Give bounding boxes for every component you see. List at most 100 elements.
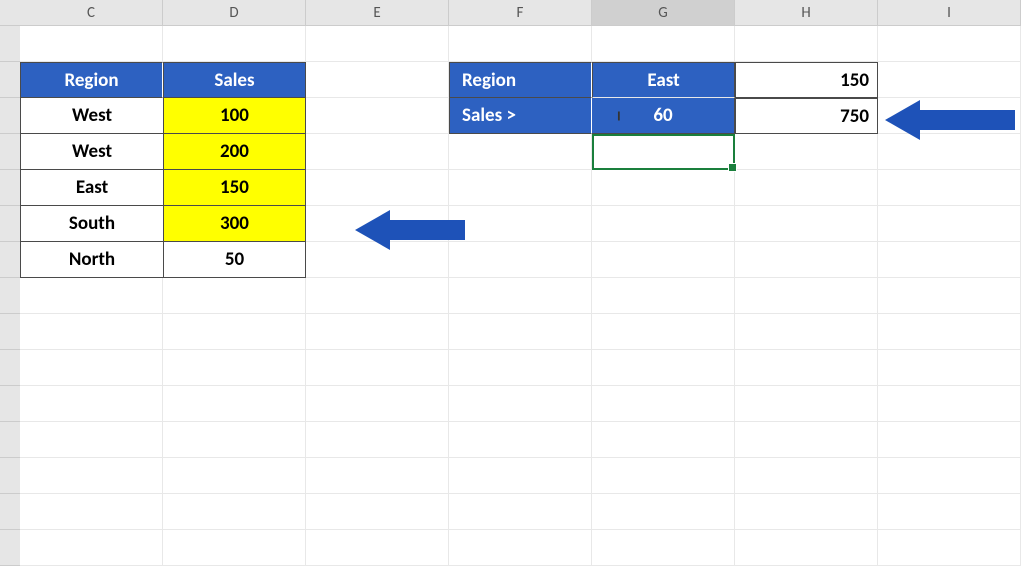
cell[interactable] [878,422,1021,458]
cell[interactable] [163,350,306,386]
cell[interactable] [20,422,163,458]
cell[interactable] [449,530,592,566]
cell[interactable] [735,350,878,386]
cell[interactable] [878,62,1021,98]
cell[interactable] [735,422,878,458]
cell[interactable] [735,134,878,170]
cell[interactable] [20,494,163,530]
cell[interactable] [163,314,306,350]
cell[interactable] [735,458,878,494]
table1-sales-1[interactable]: 100 [163,98,306,134]
cell[interactable] [592,26,735,62]
cell[interactable] [449,170,592,206]
cell[interactable] [735,494,878,530]
col-header-G[interactable]: G [592,0,735,26]
cell[interactable] [878,278,1021,314]
cell[interactable] [449,278,592,314]
table1-sales-4[interactable]: 300 [163,206,306,242]
cell[interactable] [306,494,449,530]
cell[interactable] [735,278,878,314]
cell[interactable] [306,98,449,134]
cell[interactable] [735,386,878,422]
table1-region-3[interactable]: East [20,170,163,206]
cell[interactable] [735,170,878,206]
col-header-D[interactable]: D [163,0,306,26]
cell[interactable] [306,458,449,494]
cell[interactable] [306,26,449,62]
cell[interactable] [20,278,163,314]
cell[interactable] [20,530,163,566]
cell[interactable] [20,458,163,494]
cell[interactable] [878,170,1021,206]
criteria-value-sales[interactable]: I60 [592,98,735,134]
cell[interactable] [306,278,449,314]
cell[interactable] [592,530,735,566]
cell[interactable] [735,206,878,242]
cell[interactable] [735,26,878,62]
cell[interactable] [735,530,878,566]
cell[interactable] [592,170,735,206]
cell[interactable] [449,26,592,62]
cell[interactable] [449,458,592,494]
cell[interactable] [592,458,735,494]
col-header-C[interactable]: C [20,0,163,26]
cell[interactable] [878,530,1021,566]
cell[interactable] [163,530,306,566]
table1-region-2[interactable]: West [20,134,163,170]
cell[interactable] [878,386,1021,422]
col-header-I[interactable]: I [878,0,1021,26]
cell[interactable] [878,242,1021,278]
table1-header-region[interactable]: Region [20,62,163,98]
col-header-H[interactable]: H [735,0,878,26]
table1-region-1[interactable]: West [20,98,163,134]
cell[interactable] [163,278,306,314]
cell[interactable] [306,386,449,422]
cell[interactable] [592,314,735,350]
cell[interactable] [306,530,449,566]
cell[interactable] [878,350,1021,386]
cell[interactable] [449,134,592,170]
cell[interactable] [306,422,449,458]
cell[interactable] [878,26,1021,62]
table1-region-4[interactable]: South [20,206,163,242]
cell[interactable] [449,386,592,422]
cell[interactable] [878,458,1021,494]
result-2[interactable]: 750 [735,98,878,134]
cell[interactable] [592,422,735,458]
cell[interactable] [449,350,592,386]
cell[interactable] [306,62,449,98]
cell[interactable] [20,314,163,350]
cell[interactable] [306,134,449,170]
col-header-E[interactable]: E [306,0,449,26]
cell[interactable] [20,26,163,62]
cell[interactable] [735,314,878,350]
cell[interactable] [449,206,592,242]
cell[interactable] [163,458,306,494]
cell[interactable] [306,170,449,206]
cell[interactable] [163,386,306,422]
table1-sales-5[interactable]: 50 [163,242,306,278]
col-header-F[interactable]: F [449,0,592,26]
criteria-value-region[interactable]: East [592,62,735,98]
cell[interactable] [735,242,878,278]
cell[interactable] [592,206,735,242]
criteria-label-sales[interactable]: Sales > [449,98,592,134]
table1-sales-2[interactable]: 200 [163,134,306,170]
cell[interactable] [449,242,592,278]
cell[interactable] [20,350,163,386]
criteria-label-region[interactable]: Region [449,62,592,98]
cell[interactable] [449,494,592,530]
selected-cell-G5[interactable] [592,134,735,170]
cell[interactable] [306,314,449,350]
result-1[interactable]: 150 [735,62,878,98]
cell[interactable] [592,494,735,530]
cell[interactable] [306,350,449,386]
table1-sales-3[interactable]: 150 [163,170,306,206]
cell[interactable] [878,314,1021,350]
cell[interactable] [163,494,306,530]
cell[interactable] [449,314,592,350]
cell[interactable] [878,206,1021,242]
spreadsheet-grid[interactable]: C D E F G H I Region Sales Region East 1… [0,0,1024,566]
cell[interactable] [878,494,1021,530]
table1-region-5[interactable]: North [20,242,163,278]
